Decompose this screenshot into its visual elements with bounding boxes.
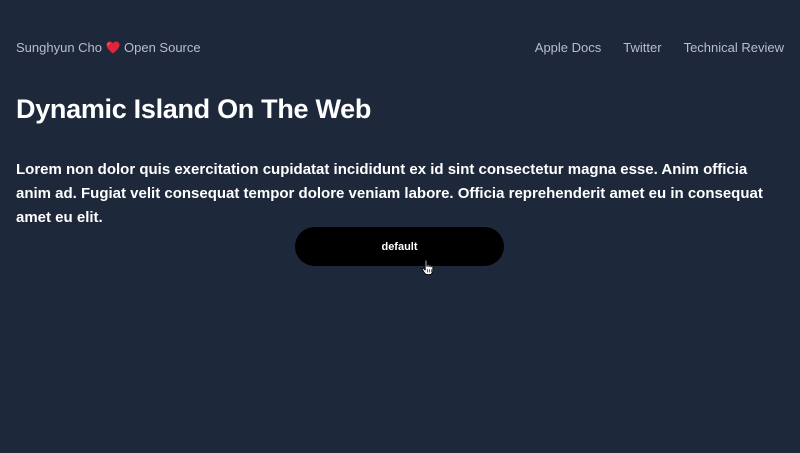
nav-links: Apple Docs Twitter Technical Review: [535, 40, 784, 55]
hand-pointer-cursor-icon: [421, 259, 435, 276]
page-title: Dynamic Island On The Web: [16, 94, 372, 124]
brand-name: Sunghyun Cho: [16, 39, 103, 55]
dynamic-island-button[interactable]: default: [295, 227, 504, 266]
page: Sunghyun Cho Open Source Apple Docs Twit…: [0, 0, 800, 453]
intro-paragraph: Lorem non dolor quis exercitation cupida…: [16, 161, 763, 226]
brand-link[interactable]: Sunghyun Cho Open Source: [16, 40, 201, 55]
nav-link-apple-docs[interactable]: Apple Docs: [535, 40, 601, 55]
island-label: default: [381, 240, 418, 253]
top-navigation: Sunghyun Cho Open Source Apple Docs Twit…: [16, 38, 784, 56]
nav-link-twitter[interactable]: Twitter: [623, 40, 661, 55]
heart-icon: [106, 41, 120, 54]
brand-suffix: Open Source: [124, 39, 201, 55]
nav-link-technical-review[interactable]: Technical Review: [684, 40, 784, 55]
